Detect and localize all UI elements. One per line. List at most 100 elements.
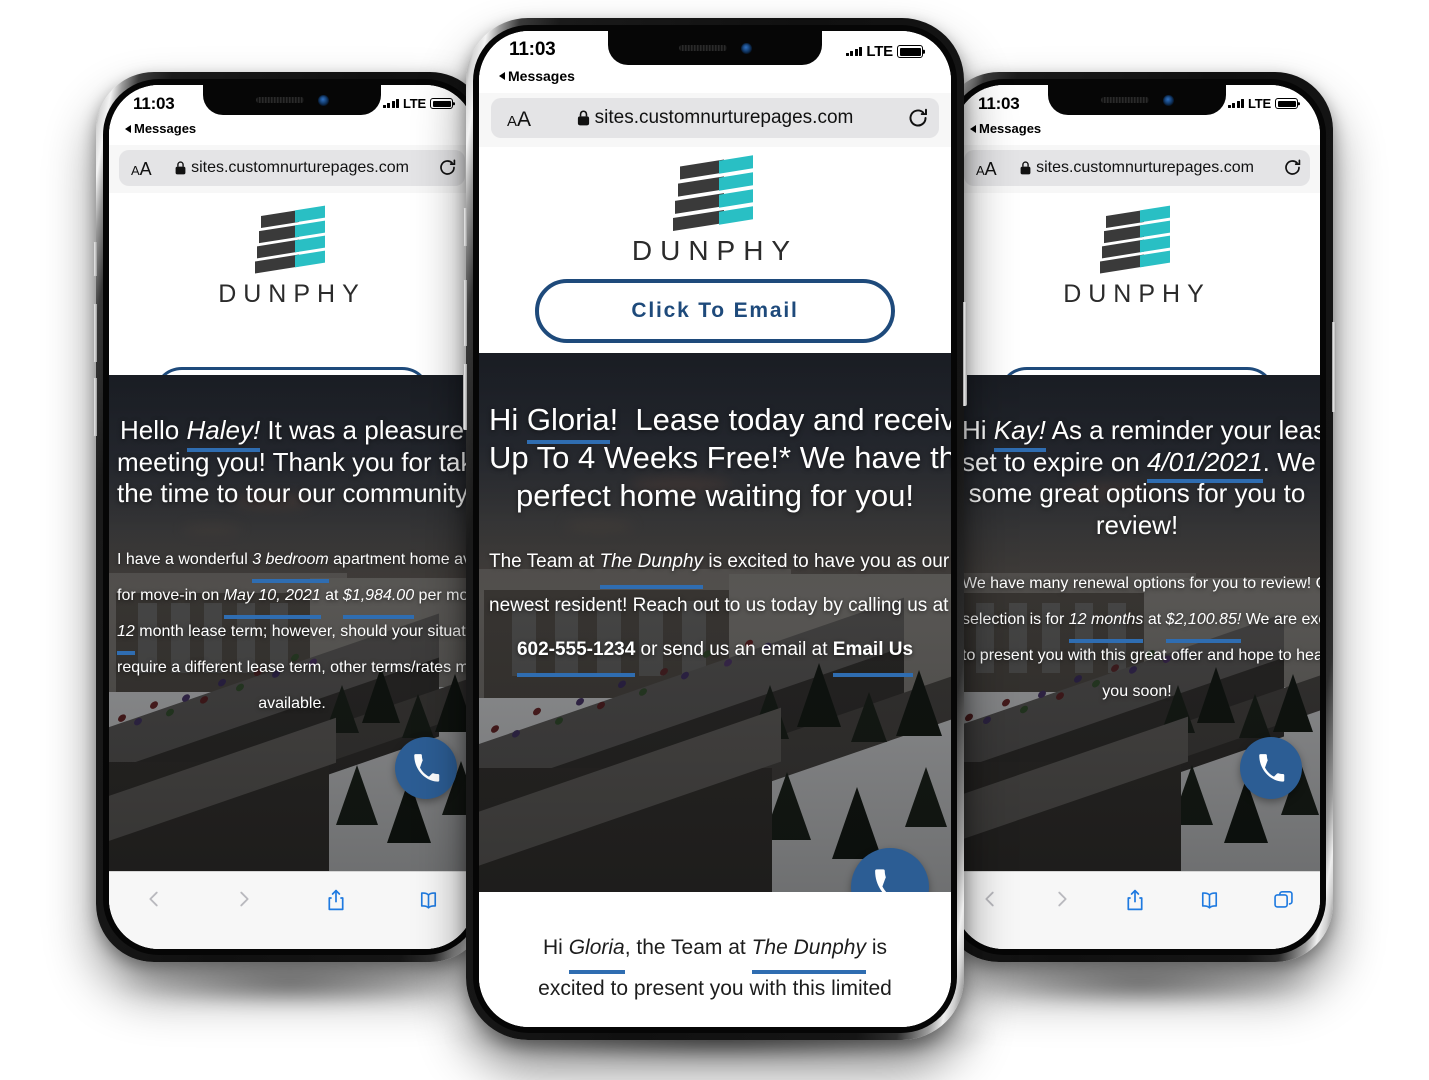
address-bar[interactable]: sites.customnurturepages.com <box>491 98 939 138</box>
back-triangle-icon <box>499 72 505 80</box>
share-button[interactable] <box>1123 888 1147 912</box>
var-renewal-term: 12 months <box>1068 602 1143 643</box>
logo-bar-teal-1 <box>719 155 753 174</box>
screen-center: 11:03 Messages LTE sites.customnurturepa… <box>479 31 951 1027</box>
email-us-link[interactable]: Email Us <box>832 628 914 677</box>
phone-number-link[interactable]: 602-555-1234 <box>516 628 636 677</box>
hero-heading-left: Hello Haley! It was a pleasure meeting y… <box>117 415 475 509</box>
logo-bar-dark-4 <box>673 209 724 231</box>
logo-bar-teal-2 <box>1140 220 1170 238</box>
status-time: 11:03 <box>509 39 556 60</box>
var-move-in-date: May 10, 2021 <box>223 578 321 620</box>
phone-left: 11:03 Messages LTE sites.customnurturepa… <box>93 72 491 962</box>
var-first-name: Haley! <box>186 415 261 452</box>
url-display: sites.customnurturepages.com <box>577 107 854 129</box>
status-time: 11:03 <box>978 94 1020 113</box>
reload-icon[interactable] <box>1283 158 1302 177</box>
logo-bar-teal-4 <box>719 206 753 225</box>
earpiece-speaker-icon <box>255 97 304 103</box>
bookmarks-button[interactable] <box>1197 888 1222 913</box>
brand-wordmark: DUNPHY <box>1063 280 1211 308</box>
text-size-button[interactable]: AA <box>507 108 531 132</box>
logo-bar-teal-3 <box>719 189 753 208</box>
var-lease-expiration: 4/01/2021 <box>1147 446 1263 484</box>
safari-urlbar-right: sites.customnurturepages.com AA <box>954 145 1320 193</box>
notch-left <box>203 85 381 115</box>
brand-header-left: DUNPHY <box>109 193 475 350</box>
signal-icon <box>382 98 399 109</box>
lock-icon <box>577 110 589 126</box>
back-to-messages-link[interactable]: Messages <box>970 121 1041 136</box>
url-text: sites.customnurturepages.com <box>1036 159 1254 176</box>
hero-text-left: Hello Haley! It was a pleasure meeting y… <box>109 415 475 722</box>
page-right: 11:03 Messages LTE sites.customnurturepa… <box>954 85 1320 949</box>
network-label: LTE <box>1248 96 1271 111</box>
front-camera-icon <box>1162 94 1174 106</box>
battery-icon <box>897 45 923 58</box>
front-camera-icon <box>740 42 752 54</box>
logo-bar-teal-3 <box>1140 235 1170 253</box>
back-to-messages-link[interactable]: Messages <box>499 68 575 84</box>
earpiece-speaker-icon <box>1100 97 1149 103</box>
status-right-cluster: LTE <box>1227 96 1298 111</box>
back-to-messages-link[interactable]: Messages <box>125 121 196 136</box>
share-button[interactable] <box>324 888 348 912</box>
network-label: LTE <box>403 96 426 111</box>
battery-icon <box>1275 98 1298 109</box>
hero-body-left: I have a wonderful 3 bedroom apartment h… <box>117 542 475 722</box>
tabs-button[interactable] <box>1272 888 1295 911</box>
safari-urlbar-left: sites.customnurturepages.com AA <box>109 145 475 193</box>
logo-bar-teal-2 <box>295 220 325 238</box>
safari-urlbar-center: sites.customnurturepages.com AA <box>479 93 951 147</box>
hero-text-center: Hi Gloria! Lease today and receive Up To… <box>479 401 951 677</box>
hero-section-center: Hi Gloria! Lease today and receive Up To… <box>479 353 951 892</box>
hero-section-right: Hi Kay! As a reminder your lease is set … <box>954 375 1320 871</box>
brand-header-center: DUNPHY <box>479 147 951 273</box>
back-triangle-icon <box>125 124 131 133</box>
hero-body-right: We have many renewal options for you to … <box>962 574 1320 700</box>
text-size-button[interactable]: AA <box>976 159 997 180</box>
back-button[interactable] <box>979 888 1001 910</box>
url-text: sites.customnurturepages.com <box>594 107 854 128</box>
var-first-name-bottom: Gloria <box>568 928 625 974</box>
forward-button[interactable] <box>1051 888 1073 910</box>
var-bedrooms: 3 bedroom <box>252 542 329 584</box>
phone-center: 11:03 Messages LTE sites.customnurturepa… <box>463 18 967 1040</box>
brand-wordmark: DUNPHY <box>631 235 799 266</box>
forward-button[interactable] <box>233 888 255 910</box>
text-size-button[interactable]: AA <box>131 159 152 180</box>
phone-icon <box>1259 754 1285 782</box>
cta-label: Click To Email <box>631 299 799 322</box>
notch-center <box>608 31 822 65</box>
logo-bar-teal-4 <box>1140 250 1170 268</box>
notch-right <box>1048 85 1226 115</box>
phone-icon <box>875 869 887 892</box>
safari-toolbar-right <box>954 871 1320 949</box>
network-label: LTE <box>866 43 893 60</box>
address-bar[interactable]: sites.customnurturepages.com <box>964 150 1310 186</box>
call-fab-right[interactable] <box>1240 737 1302 799</box>
page-left: 11:03 Messages LTE sites.customnurturepa… <box>109 85 475 949</box>
address-bar[interactable]: sites.customnurturepages.com <box>119 150 465 186</box>
var-property-name: The Dunphy <box>599 540 703 589</box>
back-label: Messages <box>979 121 1042 136</box>
status-right-cluster: LTE <box>382 96 453 111</box>
screen-left: 11:03 Messages LTE sites.customnurturepa… <box>109 85 475 949</box>
call-fab-left[interactable] <box>395 737 457 799</box>
logo-bar-teal-1 <box>295 205 325 223</box>
click-to-email-button[interactable]: Click To Email <box>535 279 895 343</box>
logo-bar-teal-4 <box>295 250 325 268</box>
brand-wordmark: DUNPHY <box>218 280 366 308</box>
reload-icon[interactable] <box>438 158 457 177</box>
reload-icon[interactable] <box>907 107 929 129</box>
hero-text-right: Hi Kay! As a reminder your lease is set … <box>954 415 1320 710</box>
logo-bar-teal-2 <box>719 172 753 191</box>
phone-icon <box>414 754 440 782</box>
dunphy-building-logo-icon <box>673 155 757 231</box>
back-label: Messages <box>134 121 197 136</box>
battery-icon <box>430 98 453 109</box>
back-button[interactable] <box>143 888 165 910</box>
front-camera-icon <box>317 94 329 106</box>
status-right-cluster: LTE <box>845 43 923 60</box>
bookmarks-button[interactable] <box>416 888 441 913</box>
